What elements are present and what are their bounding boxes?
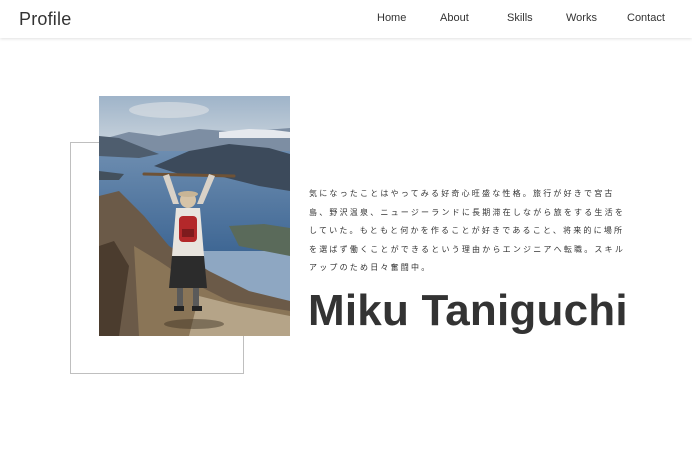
nav-about-link[interactable]: About [440,12,469,24]
profile-bio: 気になったことはやってみる好奇心旺盛な性格。旅行が好きで宮古島、野沢温泉、ニュー… [309,189,626,272]
site-header: Profile Home About Skills Works Contact [0,0,692,38]
profile-photo [99,96,290,336]
profile-name: Miku Taniguchi [308,286,628,335]
nav-contact-link[interactable]: Contact [627,12,665,24]
nav-works-link[interactable]: Works [566,12,597,24]
nav-home-link[interactable]: Home [377,12,406,24]
nav-skills-link[interactable]: Skills [507,12,533,24]
site-logo[interactable]: Profile [19,9,71,30]
